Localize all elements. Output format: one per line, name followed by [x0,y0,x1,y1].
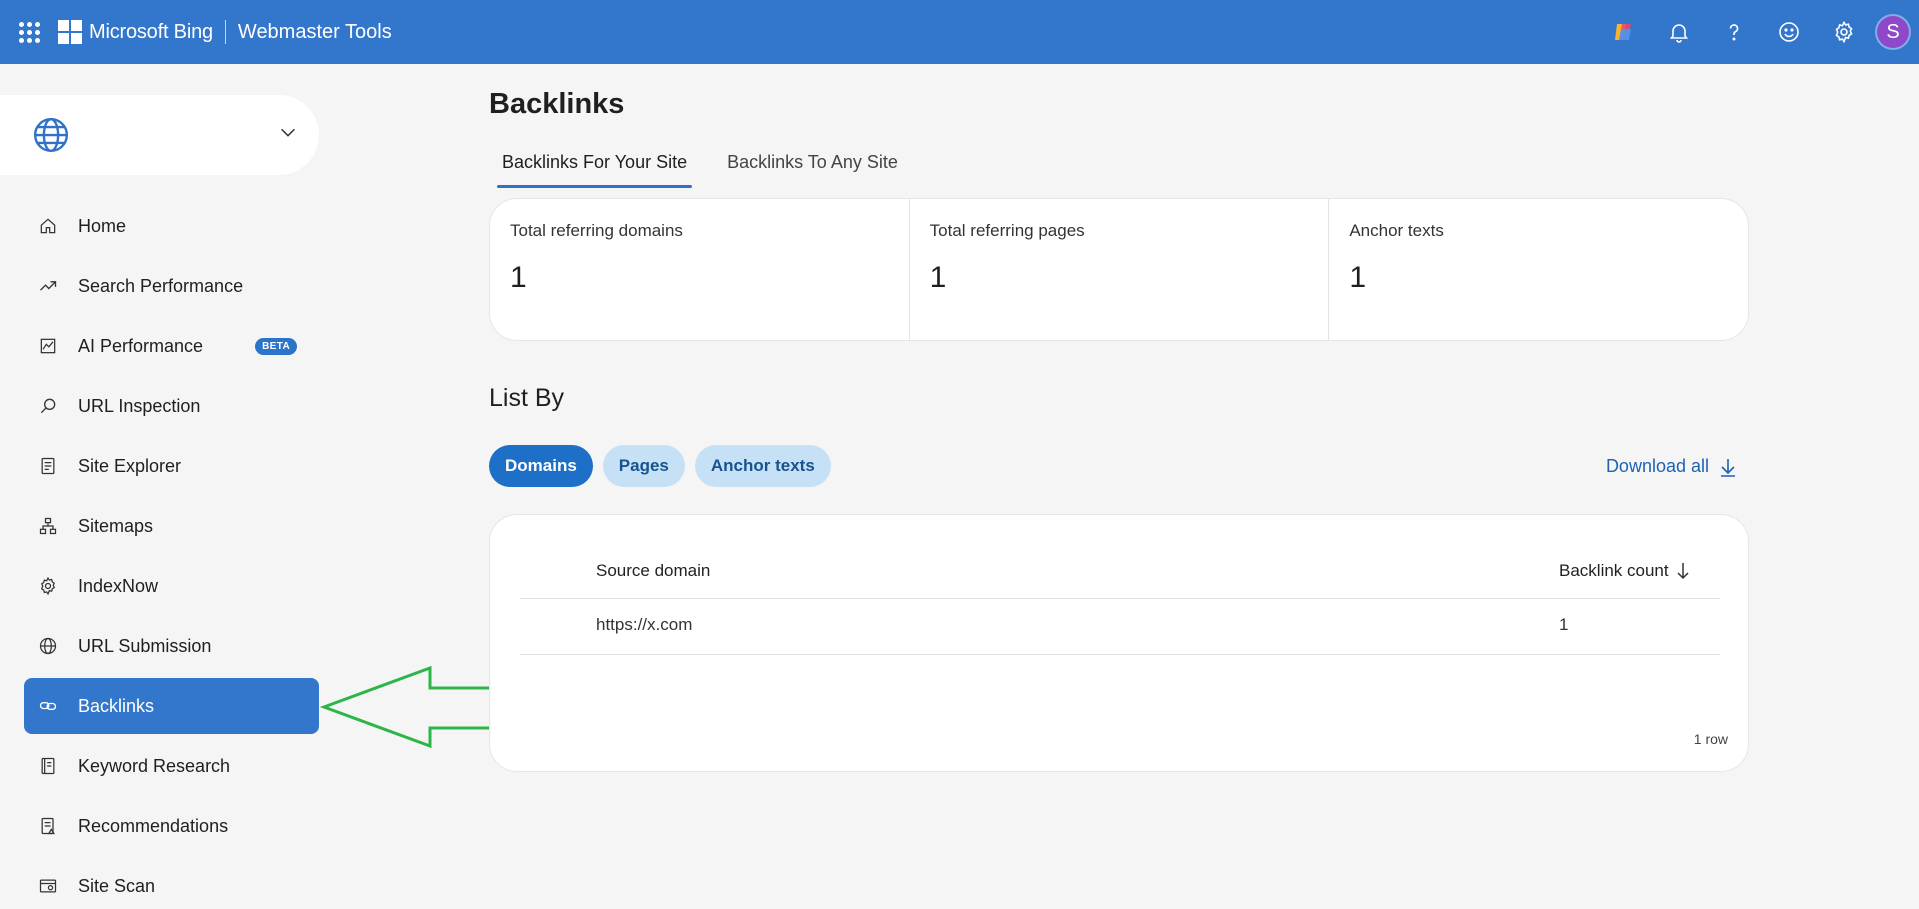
sidebar-nav: Home Search Performance AI Performance B… [24,198,319,909]
column-label: Backlink count [1559,561,1669,580]
sidebar-item-indexnow[interactable]: IndexNow [24,558,319,614]
apps-grid-icon[interactable] [15,18,43,46]
download-arrow-icon [1721,458,1735,477]
sidebar-item-label: Home [78,215,127,236]
clipboard-icon [36,814,60,838]
tab-bar: Backlinks For Your Site Backlinks To Any… [497,150,933,188]
stat-value: 1 [1349,261,1367,294]
tab-backlinks-for-your-site[interactable]: Backlinks For Your Site [497,150,693,188]
gear-icon [36,574,60,598]
pill-anchor-texts[interactable]: Anchor texts [694,445,831,487]
download-all-label: Download all [1605,456,1709,476]
feedback-smiley-icon[interactable] [1761,0,1816,64]
stat-referring-pages: Total referring pages 1 [910,199,1330,340]
home-icon [36,214,60,238]
top-bar: Microsoft Bing Webmaster Tools S [0,0,1919,64]
stat-label: Anchor texts [1349,221,1444,240]
sidebar-item-label: URL Inspection [78,395,201,416]
globe-icon [33,117,69,153]
chevron-down-icon[interactable] [277,121,299,143]
sidebar-item-home[interactable]: Home [24,198,319,254]
settings-gear-icon[interactable] [1816,0,1871,64]
sidebar-item-search-performance[interactable]: Search Performance [24,258,319,314]
search-icon [36,394,60,418]
sidebar-item-label: Recommendations [78,815,229,836]
sidebar-item-url-submission[interactable]: URL Submission [24,618,319,674]
user-avatar[interactable]: S [1875,14,1911,50]
table-row[interactable]: https://x.com 1 [520,599,1720,655]
sidebar-item-url-inspection[interactable]: URL Inspection [24,378,319,434]
cell-backlink-count: 1 [1559,615,1569,634]
column-source-domain[interactable]: Source domain [596,561,710,581]
brand-divider [224,20,226,44]
trend-icon [36,274,60,298]
globe-icon [36,634,60,658]
beta-badge: BETA [255,337,298,355]
microsoft-logo-icon [58,20,82,44]
list-by-heading: List By [489,384,565,412]
sidebar-item-label: IndexNow [78,575,159,596]
help-icon[interactable] [1706,0,1761,64]
download-all-button[interactable]: Download all [1606,456,1737,477]
stat-label: Total referring domains [510,221,683,240]
backlinks-table: Source domain Backlink count https://x.c… [489,514,1749,772]
stat-value: 1 [510,261,527,294]
sort-descending-icon [1677,563,1689,580]
tab-backlinks-to-any-site[interactable]: Backlinks To Any Site [722,150,903,188]
stat-label: Total referring pages [929,221,1085,240]
row-count: 1 row [1693,731,1728,747]
sidebar-item-keyword-research[interactable]: Keyword Research [24,738,319,794]
pill-pages[interactable]: Pages [602,445,685,487]
bell-icon[interactable] [1651,0,1706,64]
sidebar-item-sitemaps[interactable]: Sitemaps [24,498,319,554]
sidebar-item-backlinks[interactable]: Backlinks [24,678,319,734]
document-list-icon [36,454,60,478]
sidebar-item-label: Sitemaps [78,515,154,536]
book-icon [36,754,60,778]
stat-anchor-texts: Anchor texts 1 [1329,199,1748,340]
sidebar-item-label: Keyword Research [78,755,231,776]
sidebar-item-label: Backlinks [78,695,155,716]
list-by-pills: Domains Pages Anchor texts [489,445,841,487]
top-actions: S [1596,0,1919,64]
table-header: Source domain Backlink count [520,545,1720,599]
stat-referring-domains: Total referring domains 1 [490,199,910,340]
brand-name[interactable]: Microsoft Bing [89,21,213,44]
column-backlink-count[interactable]: Backlink count [1559,561,1691,581]
cell-source-domain[interactable]: https://x.com [596,615,692,635]
chart-icon [36,334,60,358]
sidebar-item-label: Site Explorer [78,455,182,476]
stats-card: Total referring domains 1 Total referrin… [489,198,1749,341]
site-picker[interactable] [0,95,319,175]
sidebar-item-site-explorer[interactable]: Site Explorer [24,438,319,494]
sidebar-item-ai-performance[interactable]: AI Performance BETA [24,318,319,374]
sitemap-icon [36,514,60,538]
product-name[interactable]: Webmaster Tools [238,21,392,44]
sidebar-item-recommendations[interactable]: Recommendations [24,798,319,854]
stat-value: 1 [929,261,947,294]
sidebar-item-site-scan[interactable]: Site Scan [24,858,319,909]
scan-icon [36,874,60,898]
sidebar-item-label: Search Performance [78,275,244,296]
pill-domains[interactable]: Domains [489,445,593,487]
sidebar-item-label: Site Scan [78,875,156,896]
sidebar-item-label: URL Submission [78,635,212,656]
link-icon [36,694,60,718]
copilot-icon[interactable] [1596,0,1651,64]
page-title: Backlinks [489,88,625,120]
sidebar-item-label: AI Performance [78,335,204,356]
